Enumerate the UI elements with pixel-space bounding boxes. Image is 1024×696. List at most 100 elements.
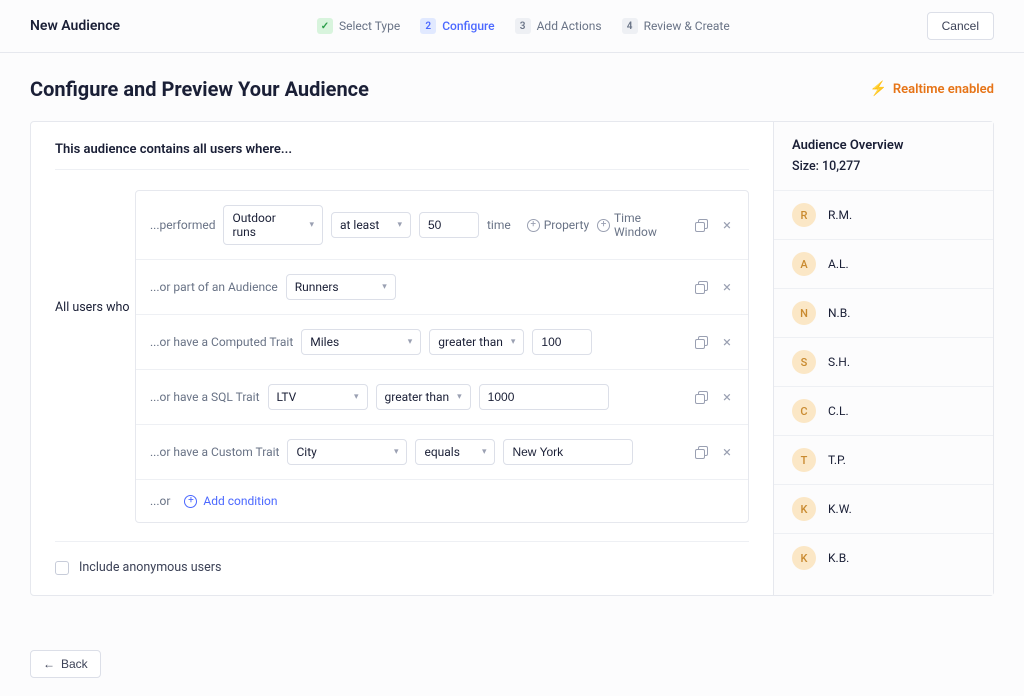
condition-prefix: ...or have a Custom Trait [150, 445, 279, 459]
overview-member[interactable]: S S.H. [774, 337, 993, 386]
condition-prefix: ...or part of an Audience [150, 280, 278, 294]
page-name: New Audience [30, 18, 120, 34]
trait-select[interactable]: City ▾ [287, 439, 407, 465]
value-input[interactable] [532, 329, 592, 355]
overview-member[interactable]: K K.B. [774, 533, 993, 582]
step-add-actions[interactable]: 3 Add Actions [515, 18, 602, 34]
step-review-create[interactable]: 4 Review & Create [622, 18, 730, 34]
chevron-down-icon: ▾ [408, 337, 413, 347]
overview-title: Audience Overview [792, 138, 975, 153]
value-input[interactable] [419, 212, 479, 238]
overview-size: Size: 10,277 [792, 159, 975, 174]
operator-select[interactable]: at least ▾ [331, 212, 411, 238]
plus-icon: + [184, 495, 197, 508]
step-label: Configure [442, 19, 494, 33]
add-condition-row: ...or + Add condition [136, 480, 748, 522]
condition-suffix: time [487, 218, 511, 232]
overview-panel: Audience Overview Size: 10,277 R R.M. A … [773, 122, 993, 595]
trait-select[interactable]: Miles ▾ [301, 329, 421, 355]
overview-member[interactable]: C C.L. [774, 386, 993, 435]
builder-subtitle: This audience contains all users where..… [55, 142, 749, 170]
overview-member[interactable]: N N.B. [774, 288, 993, 337]
chevron-down-icon: ▾ [457, 392, 462, 402]
step-check-icon: ✓ [317, 18, 333, 34]
operator-select[interactable]: equals ▾ [415, 439, 495, 465]
member-name: K.B. [828, 551, 849, 565]
chevron-down-icon: ▾ [482, 447, 487, 457]
step-number: 2 [420, 18, 436, 34]
overview-member[interactable]: T T.P. [774, 435, 993, 484]
realtime-label: Realtime enabled [893, 82, 994, 97]
duplicate-button[interactable] [694, 445, 708, 459]
duplicate-button[interactable] [694, 218, 708, 232]
avatar: S [792, 350, 816, 374]
copy-icon [695, 281, 707, 293]
duplicate-button[interactable] [694, 390, 708, 404]
condition-row: ...or part of an Audience Runners ▾ × [136, 260, 748, 315]
plus-icon: + [597, 219, 610, 232]
remove-button[interactable]: × [720, 445, 734, 459]
audience-select[interactable]: Runners ▾ [286, 274, 396, 300]
step-number: 3 [515, 18, 531, 34]
bolt-icon: ⚡ [869, 81, 886, 97]
member-name: K.W. [828, 502, 852, 516]
page-title: Configure and Preview Your Audience [30, 77, 369, 101]
add-property-button[interactable]: + Property [527, 218, 589, 232]
close-icon: × [723, 280, 731, 295]
step-select-type[interactable]: ✓ Select Type [317, 18, 400, 34]
step-configure[interactable]: 2 Configure [420, 18, 494, 34]
close-icon: × [723, 445, 731, 460]
remove-button[interactable]: × [720, 280, 734, 294]
remove-button[interactable]: × [720, 390, 734, 404]
operator-select[interactable]: greater than ▾ [429, 329, 524, 355]
conditions-box: ...performed Outdoor runs ▾ at least ▾ t… [135, 190, 749, 523]
event-select[interactable]: Outdoor runs ▾ [223, 205, 322, 245]
member-name: N.B. [828, 306, 850, 320]
avatar: K [792, 546, 816, 570]
chevron-down-icon: ▾ [382, 282, 387, 292]
chevron-down-icon: ▾ [354, 392, 359, 402]
condition-row: ...or have a SQL Trait LTV ▾ greater tha… [136, 370, 748, 425]
step-label: Review & Create [644, 19, 730, 33]
condition-prefix: ...or have a SQL Trait [150, 390, 260, 404]
value-input[interactable] [503, 439, 633, 465]
include-anon-label: Include anonymous users [79, 560, 221, 575]
remove-button[interactable]: × [720, 218, 734, 232]
or-label: ...or [150, 494, 170, 508]
avatar: C [792, 399, 816, 423]
duplicate-button[interactable] [694, 335, 708, 349]
step-label: Select Type [339, 19, 400, 33]
remove-button[interactable]: × [720, 335, 734, 349]
realtime-badge: ⚡ Realtime enabled [869, 81, 994, 97]
step-number: 4 [622, 18, 638, 34]
condition-prefix: ...performed [150, 218, 215, 232]
overview-member[interactable]: R R.M. [774, 190, 993, 239]
copy-icon [695, 336, 707, 348]
condition-prefix: ...or have a Computed Trait [150, 335, 293, 349]
member-name: C.L. [828, 404, 849, 418]
operator-select[interactable]: greater than ▾ [376, 384, 471, 410]
chevron-down-icon: ▾ [394, 447, 399, 457]
avatar: N [792, 301, 816, 325]
avatar: K [792, 497, 816, 521]
overview-member[interactable]: K K.W. [774, 484, 993, 533]
title-row: Configure and Preview Your Audience ⚡ Re… [30, 77, 994, 101]
add-condition-button[interactable]: + Add condition [184, 494, 277, 508]
overview-member[interactable]: A A.L. [774, 239, 993, 288]
duplicate-button[interactable] [694, 280, 708, 294]
add-time-window-button[interactable]: + Time Window [597, 211, 686, 239]
trait-select[interactable]: LTV ▾ [268, 384, 368, 410]
include-anon-row: Include anonymous users [55, 541, 749, 575]
value-input[interactable] [479, 384, 609, 410]
include-anon-checkbox[interactable] [55, 561, 69, 575]
back-button[interactable]: ← Back [30, 650, 101, 678]
copy-icon [695, 446, 707, 458]
member-name: T.P. [828, 453, 846, 467]
topbar: New Audience ✓ Select Type 2 Configure 3… [0, 0, 1024, 53]
copy-icon [695, 219, 707, 231]
chevron-down-icon: ▾ [397, 220, 402, 230]
condition-row: ...or have a Computed Trait Miles ▾ grea… [136, 315, 748, 370]
chevron-down-icon: ▾ [309, 220, 314, 230]
footer: ← Back [0, 632, 1024, 696]
cancel-button[interactable]: Cancel [927, 12, 994, 40]
